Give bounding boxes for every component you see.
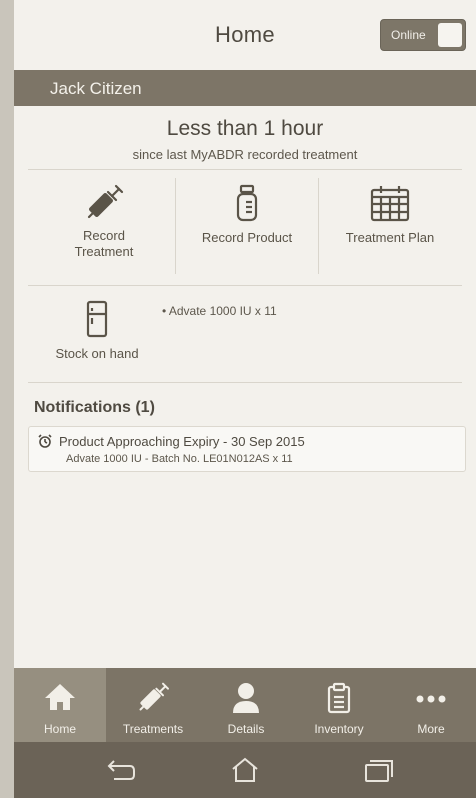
divider — [28, 382, 462, 383]
home-icon[interactable] — [230, 757, 260, 788]
tab-details-label: Details — [227, 722, 265, 736]
app-header: Home Online — [14, 0, 476, 70]
recents-icon[interactable] — [362, 757, 394, 788]
notification-detail: Advate 1000 IU - Batch No. LE01N012AS x … — [66, 453, 293, 465]
toggle-knob — [438, 23, 462, 47]
tab-home[interactable]: Home — [14, 668, 106, 742]
syringe-icon — [106, 682, 200, 712]
notification-title: Product Approaching Expiry - 30 Sep 2015 — [59, 434, 305, 449]
record-treatment-label-line1: Record — [83, 228, 125, 243]
notifications-title: Notifications (1) — [34, 399, 155, 416]
person-icon — [200, 682, 292, 714]
app-screen: Home Online Jack Citizen Less than 1 hou… — [14, 0, 476, 798]
syringe-icon — [34, 184, 174, 220]
record-treatment-button[interactable]: Record Treatment — [34, 184, 174, 260]
record-treatment-label-line2: Treatment — [74, 244, 134, 259]
stock-item: • Advate 1000 IU x 11 — [162, 304, 277, 318]
treatment-plan-button[interactable]: Treatment Plan — [319, 184, 461, 246]
clipboard-icon — [292, 682, 386, 714]
notification-item[interactable]: Product Approaching Expiry - 30 Sep 2015… — [28, 426, 466, 472]
tab-treatments[interactable]: Treatments — [106, 668, 200, 742]
vial-icon — [176, 184, 318, 222]
stock-on-hand-button[interactable]: Stock on hand — [34, 300, 160, 362]
tab-home-label: Home — [43, 722, 76, 736]
treatment-plan-label: Treatment Plan — [345, 230, 435, 245]
tab-more-label: More — [417, 722, 445, 736]
alarm-clock-icon — [38, 434, 52, 453]
fridge-icon — [34, 300, 160, 338]
tab-details[interactable]: Details — [200, 668, 292, 742]
tab-inventory-label: Inventory — [314, 722, 364, 736]
tab-treatments-label: Treatments — [122, 722, 184, 736]
record-product-label: Record Product — [201, 230, 293, 245]
user-name: Jack Citizen — [50, 79, 142, 98]
tab-inventory[interactable]: Inventory — [292, 668, 386, 742]
tab-more[interactable]: More — [386, 668, 476, 742]
online-toggle[interactable]: Online — [380, 19, 466, 51]
stock-on-hand-label: Stock on hand — [55, 346, 139, 361]
online-toggle-label: Online — [391, 28, 426, 42]
record-product-button[interactable]: Record Product — [176, 184, 318, 246]
divider — [28, 169, 462, 170]
bottom-tab-bar: Home Treatments Details Inventory More — [14, 668, 476, 742]
last-treatment-headline: Less than 1 hour — [166, 117, 324, 140]
system-nav-bar — [14, 742, 476, 798]
divider — [28, 285, 462, 286]
user-bar: Jack Citizen — [14, 70, 476, 106]
calendar-icon — [319, 184, 461, 222]
ellipsis-icon — [386, 682, 476, 712]
home-icon — [14, 682, 106, 712]
last-treatment-subline: since last MyABDR recorded treatment — [132, 147, 358, 162]
back-icon[interactable] — [104, 757, 136, 788]
